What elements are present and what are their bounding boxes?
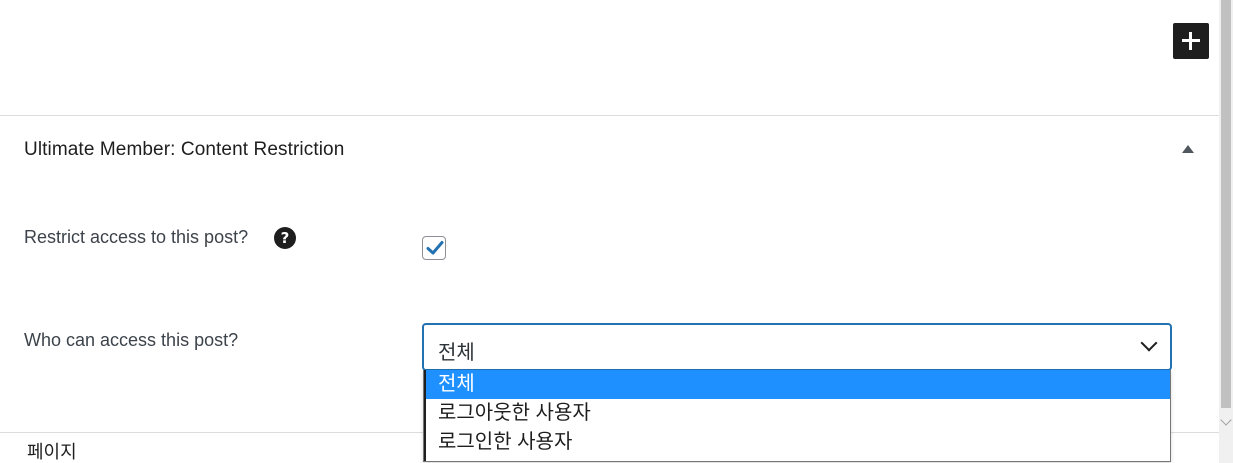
checkmark-icon [426,241,444,255]
select-current-value: 전체 [438,342,475,364]
triangle-up-icon[interactable] [1182,145,1194,153]
option-all[interactable]: 전체 [424,370,1170,399]
add-block-button[interactable] [1173,23,1209,59]
panel-title: Ultimate Member: Content Restriction [24,139,345,160]
option-logged-out[interactable]: 로그아웃한 사용자 [424,399,1170,428]
panel-divider [0,115,1219,116]
editor-page: Ultimate Member: Content Restriction Res… [0,0,1233,463]
restrict-access-checkbox[interactable] [422,236,446,260]
restrict-access-label: Restrict access to this post? [24,227,249,247]
page-section-label: 페이지 [27,442,77,462]
vertical-scrollbar[interactable] [1219,0,1233,463]
who-can-access-label: Who can access this post? [24,330,239,350]
who-can-access-select[interactable]: 전체 [422,323,1172,371]
chevron-down-icon [1140,334,1158,352]
question-circle-icon[interactable]: ? [274,227,296,249]
select-options-list: 전체 로그아웃한 사용자 로그인한 사용자 [423,370,1171,462]
scroll-down-arrow-icon[interactable] [1220,414,1232,426]
option-logged-in[interactable]: 로그인한 사용자 [424,428,1170,457]
scrollbar-thumb[interactable] [1221,0,1231,408]
